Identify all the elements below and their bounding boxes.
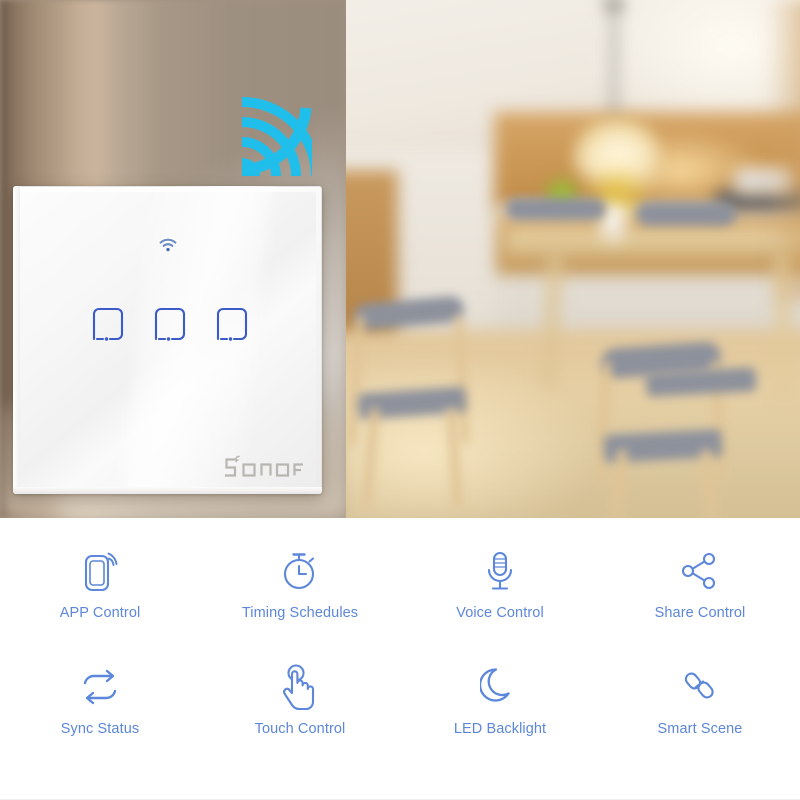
feature-label: Sync Status — [60, 721, 140, 737]
photo-pendant-ceiling-mount — [605, 0, 623, 8]
share-nodes-icon — [678, 542, 722, 600]
microphone-icon — [482, 542, 518, 600]
feature-row-1: APP Control Timing Schedules Voice Contr… — [0, 542, 800, 658]
feature-label: Smart Scene — [657, 721, 743, 737]
touch-button-1[interactable] — [86, 304, 126, 344]
feature-smart-scene[interactable]: Smart Scene — [600, 658, 800, 774]
touch-button-3[interactable] — [210, 304, 250, 344]
stopwatch-icon — [278, 542, 322, 600]
moon-icon — [480, 658, 520, 716]
link-chain-icon — [680, 658, 720, 716]
hand-touch-icon — [279, 658, 321, 716]
photo-chair-far-right-back — [636, 202, 736, 226]
feature-sync-status[interactable]: Sync Status — [0, 658, 200, 774]
sonoff-wall-switch-panel — [13, 186, 322, 494]
photo-chair-far-back — [506, 198, 606, 220]
feature-share-control[interactable]: Share Control — [600, 542, 800, 658]
feature-grid: APP Control Timing Schedules Voice Contr… — [0, 518, 800, 800]
touch-button-2[interactable] — [148, 304, 188, 344]
feature-led-backlight[interactable]: LED Backlight — [400, 658, 600, 774]
feature-voice-control[interactable]: Voice Control — [400, 542, 600, 658]
photo-floor-sheen — [346, 350, 606, 518]
product-feature-page: APP Control Timing Schedules Voice Contr… — [0, 0, 800, 800]
photo-room-interior — [346, 0, 800, 518]
feature-label: Share Control — [654, 605, 746, 621]
feature-app-control[interactable]: APP Control — [0, 542, 200, 658]
panel-bottom-edge — [13, 487, 322, 494]
wifi-indicator-icon — [159, 238, 177, 257]
hero-lifestyle-photo — [0, 0, 800, 518]
wifi-signal-icon — [238, 96, 312, 176]
feature-touch-control[interactable]: Touch Control — [200, 658, 400, 774]
feature-label: LED Backlight — [453, 721, 547, 737]
sonoff-brand-logo — [222, 454, 308, 484]
feature-timing-schedules[interactable]: Timing Schedules — [200, 542, 400, 658]
photo-right-wood-panel — [766, 0, 800, 300]
feature-label: Timing Schedules — [241, 605, 359, 621]
phone-app-icon — [79, 542, 121, 600]
sync-arrows-icon — [77, 658, 123, 716]
feature-row-2: Sync Status Touch Control LED Backlight … — [0, 658, 800, 774]
feature-label: APP Control — [59, 605, 141, 621]
touch-button-row — [13, 304, 322, 344]
photo-pendant-rod — [612, 0, 616, 120]
feature-label: Voice Control — [456, 605, 544, 621]
feature-label: Touch Control — [254, 721, 346, 737]
